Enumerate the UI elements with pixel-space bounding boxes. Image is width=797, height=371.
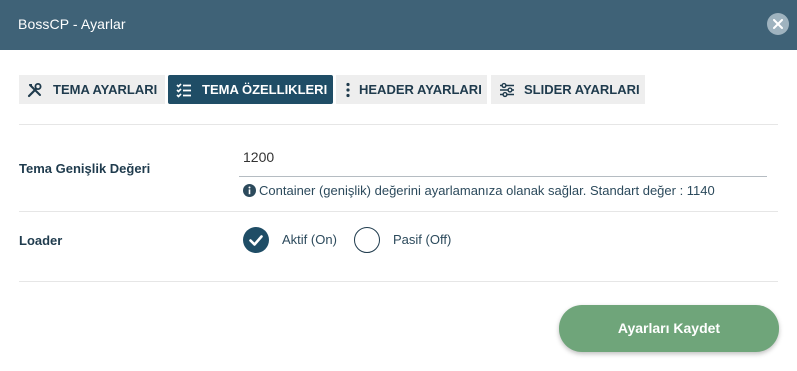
tools-icon [27,83,42,98]
sliders-icon [500,82,514,98]
tab-label: TEMA AYARLARI [53,82,158,97]
window-titlebar: BossCP - Ayarlar [0,0,797,50]
tab-label: TEMA ÖZELLIKLERI [202,82,328,97]
divider [19,211,778,212]
help-text: Container (genişlik) değerini ayarlamanı… [259,183,715,198]
close-icon [773,19,783,29]
radio-unchecked [354,227,380,253]
window-title: BossCP - Ayarlar [18,16,126,32]
close-button[interactable] [767,13,789,35]
radio-label: Aktif (On) [282,232,337,247]
tab-header-ayarlari[interactable]: HEADER AYARLARI [336,75,487,104]
tab-tema-ayarlari[interactable]: TEMA AYARLARI [19,75,165,104]
tab-slider-ayarlari[interactable]: SLIDER AYARLARI [491,75,645,104]
vertical-dots-icon [346,82,350,98]
radio-label: Pasif (Off) [393,232,452,247]
input-underline [239,176,767,177]
tab-tema-ozellikleri[interactable]: TEMA ÖZELLIKLERI [168,75,333,104]
loader-radio-off[interactable]: Pasif (Off) [354,227,464,253]
checklist-icon [176,83,191,98]
theme-width-label: Tema Genişlik Değeri [19,161,151,176]
tab-label: HEADER AYARLARI [359,82,482,97]
tab-label: SLIDER AYARLARI [524,82,640,97]
loader-label: Loader [19,233,63,248]
radio-checked [243,227,269,253]
checkmark-icon [249,235,263,246]
loader-radio-on[interactable]: Aktif (On) [243,227,343,253]
save-settings-button[interactable]: Ayarları Kaydet [559,305,779,352]
theme-width-help: Container (genişlik) değerini ayarlamanı… [243,183,715,198]
info-icon [243,184,256,197]
divider [19,281,778,282]
theme-width-input[interactable]: 1200 [243,149,274,165]
divider [19,124,778,125]
